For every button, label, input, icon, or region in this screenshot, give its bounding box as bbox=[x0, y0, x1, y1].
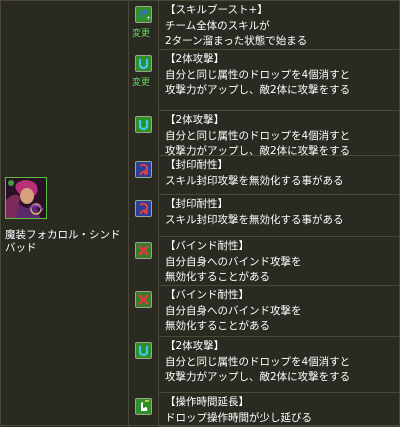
awakening-description: 【封印耐性】スキル封印攻撃を無効化する事がある bbox=[165, 197, 397, 228]
awakening-title: 【バインド耐性】 bbox=[165, 240, 249, 252]
awakening-description: 【バインド耐性】自分自身へのバインド攻撃を 無効化することがある bbox=[165, 239, 397, 286]
awakening-title: 【封印耐性】 bbox=[165, 198, 228, 210]
awakening-text-line: スキル封印攻撃を無効化する事がある bbox=[165, 213, 344, 226]
skill-boost-plus-icon[interactable]: + bbox=[135, 6, 152, 23]
awakening-title: 【2体攻撃】 bbox=[165, 53, 225, 65]
awakening-description: 【スキルブースト+】 チーム全体のスキルが 2ターン溜まった状態で始まる bbox=[165, 3, 397, 50]
awakening-title: 【封印耐性】 bbox=[165, 159, 228, 171]
extend-time-icon[interactable] bbox=[135, 398, 152, 415]
skill-bind-resist-icon[interactable] bbox=[135, 200, 152, 217]
awakening-text-line: スキル封印攻撃を無効化する事がある bbox=[165, 174, 344, 187]
awakening-text-line: 2ターン溜まった状態で始まる bbox=[165, 35, 308, 47]
character-name[interactable]: 魔装フォカロル・シンドバッド bbox=[5, 229, 127, 255]
awakening-rows: + 変更 【スキルブースト+】 チーム全体のスキルが 2ターン溜まった状態で始まる 変更【… bbox=[132, 1, 400, 427]
awakening-title: 【2体攻撃】 bbox=[165, 114, 225, 126]
skill-bind-resist-icon[interactable] bbox=[135, 161, 152, 178]
awakening-row: + 変更 【スキルブースト+】 チーム全体のスキルが 2ターン溜まった状態で始まる bbox=[132, 1, 400, 50]
awakening-description: 【2体攻撃】自分と同じ属性のドロップを4個消すと 攻撃力がアップし、敵2体に攻撃を… bbox=[165, 52, 397, 99]
two-pronged-attack-icon[interactable] bbox=[135, 116, 152, 133]
two-pronged-attack-icon[interactable] bbox=[135, 342, 152, 359]
awakening-text-line: 自分自身へのバインド攻撃を bbox=[165, 255, 302, 268]
awakening-text-line: 攻撃力がアップし、敵2体に攻撃をする bbox=[165, 371, 351, 383]
awakening-description: 【操作時間延長】ドロップ操作時間が少し延びる bbox=[165, 395, 397, 426]
awakening-text-line: 無効化することがある bbox=[165, 271, 270, 283]
awakening-row: 【封印耐性】スキル封印攻撃を無効化する事がある bbox=[135, 156, 400, 195]
awakening-description: 【バインド耐性】自分自身へのバインド攻撃を 無効化することがある bbox=[165, 288, 397, 335]
awakening-text-line: 自分と同じ属性のドロップを4個消すと bbox=[165, 68, 351, 81]
changed-badge: 変更 bbox=[132, 78, 151, 88]
awakening-text-line: ドロップ操作時間が少し延びる bbox=[165, 411, 312, 424]
awakening-title: 【バインド耐性】 bbox=[165, 289, 249, 301]
awakening-title: 【2体攻撃】 bbox=[165, 340, 225, 352]
character-avatar[interactable] bbox=[5, 177, 47, 219]
awakening-title: 【操作時間延長】 bbox=[165, 396, 249, 408]
changed-badge: 変更 bbox=[132, 29, 151, 39]
awakening-row: 【2体攻撃】自分と同じ属性のドロップを4個消すと 攻撃力がアップし、敵2体に攻撃を… bbox=[135, 337, 400, 393]
svg-text:+: + bbox=[146, 15, 151, 22]
bind-resist-icon[interactable] bbox=[135, 291, 152, 308]
awakening-text-line: 自分自身へのバインド攻撃を bbox=[165, 304, 302, 317]
awakening-row: 【バインド耐性】自分自身へのバインド攻撃を 無効化することがある bbox=[135, 286, 400, 337]
awakening-text-line: チーム全体のスキルが bbox=[165, 19, 270, 32]
awakening-text-line: 攻撃力がアップし、敵2体に攻撃をする bbox=[165, 84, 351, 96]
awakening-description: 【2体攻撃】 自分と同じ属性のドロップを4個消すと 攻撃力がアップし、敵2体に攻撃を… bbox=[165, 113, 397, 160]
character-cell: 魔装フォカロル・シンドバッド bbox=[1, 1, 129, 427]
awakening-title: 【スキルブースト+】 bbox=[165, 4, 268, 16]
awakening-skill-table: 魔装フォカロル・シンドバッド + 変更 【スキルブースト+】 チーム全体のスキルが 2タ… bbox=[0, 0, 400, 427]
awakening-row: 【2体攻撃】 自分と同じ属性のドロップを4個消すと 攻撃力がアップし、敵2体に攻撃を… bbox=[135, 111, 400, 157]
awakening-text-line: 無効化することがある bbox=[165, 320, 270, 332]
awakening-text-line: 自分と同じ属性のドロップを4個消すと bbox=[165, 129, 351, 142]
two-pronged-attack-icon[interactable] bbox=[135, 55, 152, 72]
awakening-text-line: 自分と同じ属性のドロップを4個消すと bbox=[165, 355, 351, 368]
bind-resist-icon[interactable] bbox=[135, 242, 152, 259]
awakening-description: 【封印耐性】スキル封印攻撃を無効化する事がある bbox=[165, 158, 397, 189]
awakening-row: 【バインド耐性】自分自身へのバインド攻撃を 無効化することがある bbox=[135, 237, 400, 286]
awakening-row: 【封印耐性】スキル封印攻撃を無効化する事がある bbox=[135, 195, 400, 237]
awakening-row: 【操作時間延長】ドロップ操作時間が少し延びる bbox=[135, 393, 400, 427]
character-portrait-icon bbox=[6, 178, 46, 218]
awakening-row: 変更 【2体攻撃】自分と同じ属性のドロップを4個消すと 攻撃力がアップし、敵2体に攻… bbox=[132, 50, 400, 111]
awakening-description: 【2体攻撃】自分と同じ属性のドロップを4個消すと 攻撃力がアップし、敵2体に攻撃を… bbox=[165, 339, 397, 386]
